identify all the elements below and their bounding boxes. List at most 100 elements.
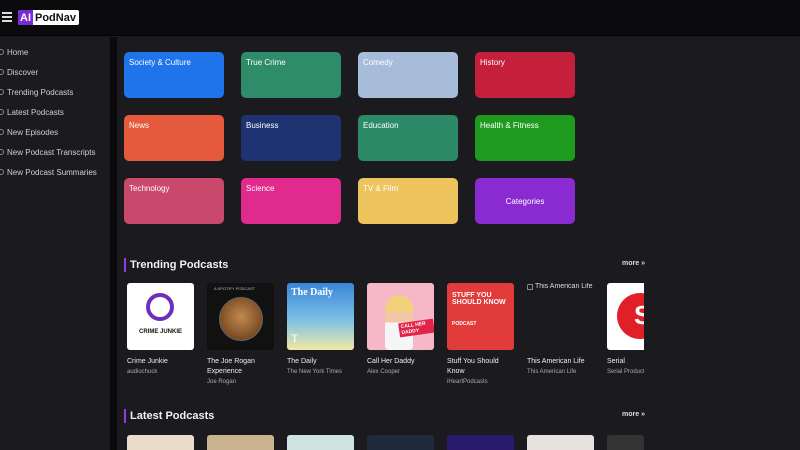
podcast-card[interactable]: The Daily T The Daily The New York Times <box>287 283 355 375</box>
latest-podcast-cover[interactable] <box>127 435 194 450</box>
sidebar-item[interactable]: New Podcast Summaries <box>0 162 110 182</box>
category-label: Science <box>246 184 275 193</box>
podcast-author: The New York Times <box>287 369 343 375</box>
nav-item-icon <box>0 89 4 95</box>
podcast-cover: CALL HER DADDY <box>367 283 434 350</box>
trending-heading: Trending Podcasts <box>124 258 228 272</box>
portrait-image <box>219 297 263 341</box>
latest-podcast-cover[interactable] <box>447 435 514 450</box>
cover-text: STUFF YOU SHOULD KNOW <box>452 292 506 306</box>
latest-podcast-cover[interactable] <box>207 435 274 450</box>
sidebar-item-label: Latest Podcasts <box>7 107 64 117</box>
category-tile[interactable]: True Crime <box>241 52 341 98</box>
sidebar-item[interactable]: Home <box>0 42 110 62</box>
nav-item-icon <box>0 149 4 155</box>
podcast-author: audiochuck <box>127 369 158 375</box>
nav-item-icon <box>0 49 4 55</box>
sidebar-item-label: Discover <box>7 67 39 77</box>
category-tile[interactable]: News <box>124 115 224 161</box>
nav-item-icon <box>0 69 4 75</box>
logo-ai: AI <box>18 10 33 25</box>
latest-podcast-cover[interactable] <box>367 435 434 450</box>
nyt-logo-icon: T <box>291 331 299 345</box>
nav-item-icon <box>0 109 4 115</box>
logo-name: PodNav <box>35 11 76 24</box>
category-label: Technology <box>129 184 170 193</box>
podcast-title: Serial <box>607 358 625 365</box>
category-tile[interactable]: Society & Culture <box>124 52 224 98</box>
cover-text: CRIME JUNKIE <box>138 329 182 335</box>
podcast-cover: The Daily T <box>287 283 354 350</box>
nav-item-icon <box>0 129 4 135</box>
latest-podcast-cover[interactable] <box>527 435 594 450</box>
broken-image-icon <box>527 283 533 290</box>
podcast-card[interactable]: STUFF YOU SHOULD KNOW PODCAST Stuff You … <box>447 283 515 385</box>
category-tile[interactable]: History <box>475 52 575 98</box>
latest-more-link[interactable]: more » <box>622 411 645 418</box>
sidebar-item-label: New Podcast Transcripts <box>7 147 96 157</box>
podcast-title: Call Her Daddy <box>367 358 415 365</box>
category-tile[interactable]: Education <box>358 115 458 161</box>
podcast-title: The Joe Rogan Experience <box>207 358 255 375</box>
category-label: Categories <box>505 196 545 206</box>
category-tile[interactable]: Categories <box>475 178 575 224</box>
sidebar-item[interactable]: Latest Podcasts <box>0 102 110 122</box>
category-tile[interactable]: Science <box>241 178 341 224</box>
cover-text: S <box>634 300 644 330</box>
podcast-author: Serial Productions <box>607 369 644 375</box>
latest-podcast-cover[interactable] <box>607 435 644 450</box>
podcast-title: The Daily <box>287 358 317 365</box>
latest-heading: Latest Podcasts <box>124 409 214 423</box>
cover-text: A SPOTIFY PODCAST <box>214 286 256 291</box>
category-label: News <box>129 121 150 130</box>
podcast-author: This American Life <box>527 369 577 375</box>
nav-item-icon <box>0 169 4 175</box>
category-tile[interactable]: Technology <box>124 178 224 224</box>
podcast-cover: S <box>607 283 644 350</box>
category-label: History <box>480 58 505 67</box>
category-label: TV & Film <box>363 184 399 193</box>
podcast-title: This American Life <box>527 358 585 365</box>
sidebar-item[interactable]: Trending Podcasts <box>0 82 110 102</box>
sidebar-item[interactable]: Discover <box>0 62 110 82</box>
app-logo[interactable]: AI PodNav <box>18 10 79 25</box>
latest-podcast-cover[interactable] <box>287 435 354 450</box>
category-label: True Crime <box>246 58 286 67</box>
sidebar-item-label: New Episodes <box>7 127 59 137</box>
sidebar-item-label: New Podcast Summaries <box>7 167 97 177</box>
sidebar-item-label: Home <box>7 47 29 57</box>
podcast-title: Stuff You Should Know <box>447 358 499 375</box>
category-tile[interactable]: Business <box>241 115 341 161</box>
broken-image-alt: This American Life <box>527 283 594 290</box>
podcast-cover: This American Life <box>527 283 594 350</box>
cover-text: The Daily <box>291 287 333 298</box>
sidebar-divider <box>110 37 117 450</box>
main-content: Society & Culture True Crime Comedy History… <box>117 37 800 450</box>
hamburger-icon[interactable] <box>2 10 12 24</box>
category-tile[interactable]: Comedy <box>358 52 458 98</box>
crime-junkie-logo-icon <box>146 293 174 321</box>
podcast-author: Alex Cooper <box>367 369 401 375</box>
sidebar-item-label: Trending Podcasts <box>7 87 74 97</box>
sidebar: Home Discover Trending Podcasts Latest Podc… <box>0 37 110 450</box>
top-bar: AI PodNav <box>0 0 800 36</box>
category-label: Health & Fitness <box>480 121 539 130</box>
podcast-cover: A SPOTIFY PODCAST <box>207 283 274 350</box>
category-tile[interactable]: TV & Film <box>358 178 458 224</box>
podcast-cover: CRIME JUNKIE <box>127 283 194 350</box>
sidebar-item[interactable]: New Episodes <box>0 122 110 142</box>
category-label: Business <box>246 121 279 130</box>
cover-alt-text: This American Life <box>535 283 593 290</box>
podcast-card[interactable]: A SPOTIFY PODCAST The Joe Rogan Experien… <box>207 283 275 385</box>
podcast-card[interactable]: CALL HER DADDY Call Her Daddy Alex Coope… <box>367 283 435 375</box>
podcast-card[interactable]: This American Life This American Life Th… <box>527 283 595 375</box>
cover-subtext: PODCAST <box>452 321 477 327</box>
podcast-card[interactable]: S Serial Serial Productions <box>607 283 644 375</box>
trending-more-link[interactable]: more » <box>622 260 645 267</box>
category-tile[interactable]: Health & Fitness <box>475 115 575 161</box>
podcast-card[interactable]: CRIME JUNKIE Crime Junkie audiochuck <box>127 283 195 375</box>
sidebar-item[interactable]: New Podcast Transcripts <box>0 142 110 162</box>
category-label: Comedy <box>363 58 393 67</box>
podcast-author: Joe Rogan <box>207 379 237 385</box>
category-label: Education <box>363 121 399 130</box>
